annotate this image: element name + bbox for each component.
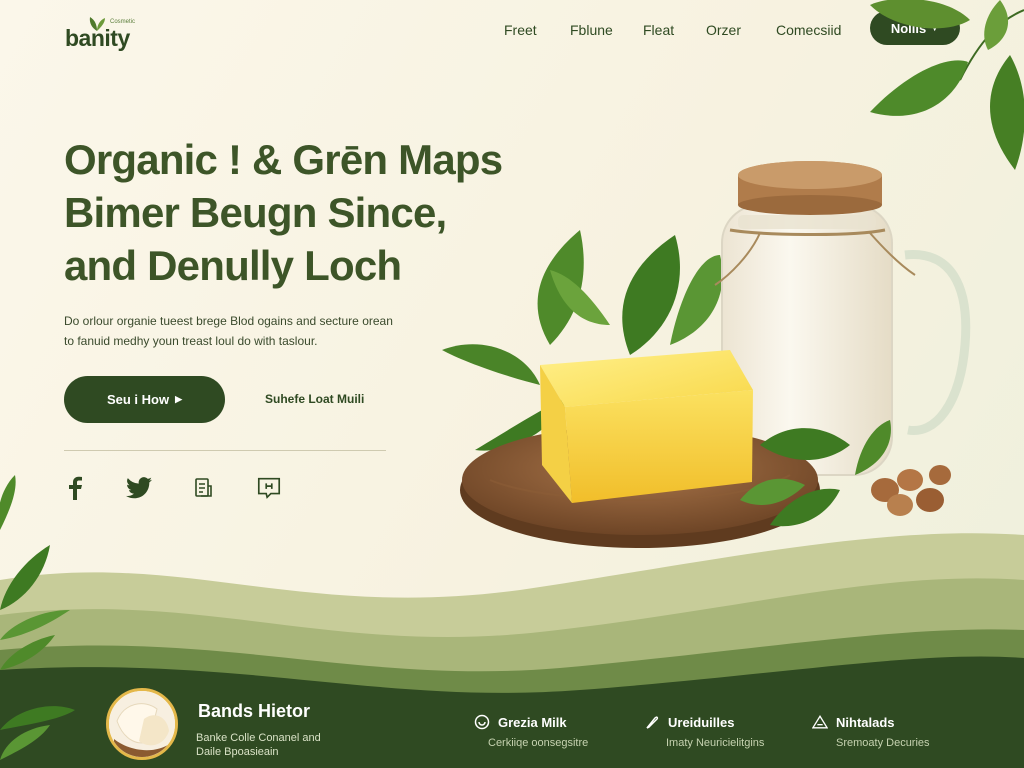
hero-primary-label: Seu i How xyxy=(106,392,170,407)
hero-lead-line-1: Do orlour organie tueest brege Blod ogai… xyxy=(64,314,393,328)
feature-subtitle: Cerkiiqe oonsegsitre xyxy=(488,737,589,749)
feature-title: Ureiduilles xyxy=(668,714,735,730)
featured-desc-line-1: Banke Colle Conanel and xyxy=(196,732,321,744)
nav-link-comecsiid[interactable]: Comecsiid xyxy=(776,22,841,38)
featured-description: Banke Colle Conanel and Daile Bpoasieain xyxy=(196,731,321,759)
hero-divider xyxy=(64,450,386,451)
nav-link-freet[interactable]: Freet xyxy=(504,22,537,38)
brand-logo[interactable]: Cosmetic banity xyxy=(64,16,144,52)
leaf-decoration-bottom-left xyxy=(0,475,75,760)
message-icon[interactable] xyxy=(256,474,282,502)
hero-primary-button[interactable]: Seu i How ▶ xyxy=(64,376,225,423)
milk-icon xyxy=(474,714,490,730)
nav-link-fblune[interactable]: Fblune xyxy=(570,22,613,38)
triangle-icon xyxy=(812,714,828,730)
featured-product-avatar[interactable] xyxy=(106,688,178,760)
featured-desc-line-2: Daile Bpoasieain xyxy=(196,746,279,758)
logo-text: banity xyxy=(65,25,130,51)
nav-link-fleat[interactable]: Fleat xyxy=(643,22,674,38)
feature-item-milk[interactable]: Grezia Milk Cerkiiqe oonsegsitre xyxy=(474,714,588,764)
feature-item-nihtalads[interactable]: Nihtalads Sremoaty Decuries xyxy=(812,714,930,764)
feature-subtitle: Sremoaty Decuries xyxy=(836,737,930,749)
feature-title: Nihtalads xyxy=(836,714,895,730)
featured-title: Bands Hietor xyxy=(198,701,311,721)
hero-secondary-link[interactable]: Suhefe Loat Muili xyxy=(265,392,364,406)
feature-subtitle: Imaty Neuricielitgins xyxy=(666,737,765,749)
twitter-icon[interactable] xyxy=(126,474,152,502)
feather-icon xyxy=(644,714,660,730)
feature-title: Grezia Milk xyxy=(498,714,567,730)
feature-item-ureiduilles[interactable]: Ureiduilles Imaty Neuricielitgins xyxy=(644,714,764,764)
cheese-icon xyxy=(109,691,175,757)
document-icon[interactable] xyxy=(190,474,216,502)
hero-lead-text: Do orlour organie tueest brege Blod ogai… xyxy=(64,311,444,351)
play-icon: ▶ xyxy=(175,394,183,404)
hero-lead-line-2: to fanuid medhy youn treast loul do with… xyxy=(64,334,318,348)
product-illustration xyxy=(442,161,971,548)
nav-link-orzer[interactable]: Orzer xyxy=(706,22,741,38)
